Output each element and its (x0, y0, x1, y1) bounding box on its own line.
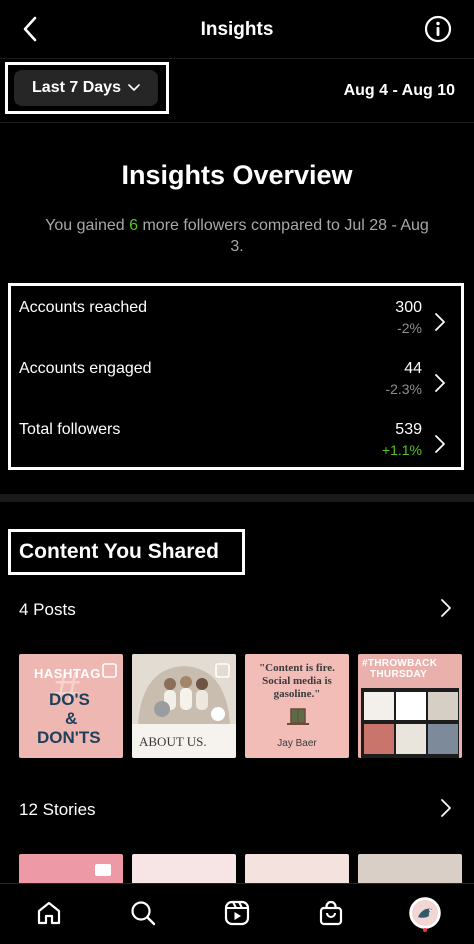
date-range-text: Aug 4 - Aug 10 (343, 82, 455, 99)
post-thumbnail[interactable]: #THROWBACK THURSDAY (358, 654, 462, 758)
metric-row-accounts-reached[interactable]: Accounts reached 300 -2% (19, 299, 452, 349)
page-title: Insights (200, 19, 274, 40)
metric-label: Total followers (19, 421, 121, 438)
info-icon (424, 15, 452, 43)
subtitle-suffix: more followers compared to Jul 28 - Aug … (138, 217, 429, 255)
date-range-dropdown-label: Last 7 Days (32, 79, 121, 96)
metric-change: -2.3% (385, 381, 422, 397)
profile-avatar (409, 897, 441, 929)
chevron-right-icon[interactable] (440, 598, 452, 618)
shop-icon (319, 900, 343, 926)
reels-icon (224, 900, 250, 926)
camera-icon (95, 864, 111, 876)
stories-row-label[interactable]: 12 Stories (19, 800, 96, 820)
overview-title: Insights Overview (121, 160, 353, 190)
chevron-right-icon (435, 435, 445, 453)
metric-row-total-followers[interactable]: Total followers 539 +1.1% (19, 421, 452, 471)
post-caption: ABOUT US. (139, 734, 207, 749)
bottom-tab-bar (0, 883, 474, 944)
header-bar: Insights (0, 0, 474, 59)
section-title: Content You Shared (19, 540, 219, 563)
metric-value: 44 (404, 360, 422, 377)
chevron-right-icon (435, 374, 445, 392)
metric-label: Accounts engaged (19, 360, 152, 377)
metric-change: +1.1% (381, 442, 422, 458)
posts-thumbnails: # HASHTAG DO'S & DON'TS ABOUT US. "Conte… (19, 654, 474, 759)
chevron-down-icon (128, 84, 140, 91)
date-range-dropdown[interactable]: Last 7 Days (14, 70, 158, 106)
story-thumbnail[interactable] (132, 854, 236, 884)
post-text-line: DON'TS (37, 728, 101, 747)
section-divider (0, 494, 474, 502)
post-thumbnail[interactable]: ABOUT US. (132, 654, 236, 758)
metric-value: 300 (395, 299, 422, 316)
post-text-line: DO'S (49, 690, 90, 709)
collage-graphic (361, 688, 459, 758)
info-button[interactable] (424, 15, 452, 43)
post-text-line: & (65, 709, 78, 728)
date-filter-row: Last 7 Days Aug 4 - Aug 10 (0, 58, 474, 123)
post-text-line: HASHTAG (34, 666, 101, 681)
chevron-right-icon[interactable] (440, 798, 452, 818)
back-button[interactable] (16, 14, 44, 44)
tab-profile[interactable] (407, 895, 443, 931)
posts-row-label[interactable]: 4 Posts (19, 600, 76, 620)
post-thumbnail[interactable]: "Content is fire. Social media is gasoli… (245, 654, 349, 758)
tab-home[interactable] (31, 895, 67, 931)
subtitle-prefix: You gained (45, 217, 130, 234)
story-thumbnail[interactable] (19, 854, 123, 884)
stories-thumbnails (19, 854, 474, 884)
tab-reels[interactable] (219, 895, 255, 931)
quote-author: Jay Baer (277, 738, 317, 749)
notification-dot (423, 928, 427, 932)
story-thumbnail[interactable] (245, 854, 349, 884)
story-thumbnail[interactable] (358, 854, 462, 884)
metric-value: 539 (395, 421, 422, 438)
metric-change: -2% (397, 320, 422, 336)
overview-subtitle: You gained 6 more followers compared to … (44, 215, 430, 257)
search-icon (131, 901, 156, 926)
metrics-list: Accounts reached 300 -2% Accounts engage… (12, 284, 462, 467)
tab-shop[interactable] (313, 895, 349, 931)
metric-row-accounts-engaged[interactable]: Accounts engaged 44 -2.3% (19, 360, 452, 410)
chevron-left-icon (23, 16, 37, 42)
metric-label: Accounts reached (19, 299, 148, 316)
home-icon (37, 901, 61, 925)
tab-search[interactable] (125, 895, 161, 931)
chevron-right-icon (435, 313, 445, 331)
gained-count: 6 (129, 217, 139, 234)
post-thumbnail[interactable]: # HASHTAG DO'S & DON'TS (19, 654, 123, 758)
